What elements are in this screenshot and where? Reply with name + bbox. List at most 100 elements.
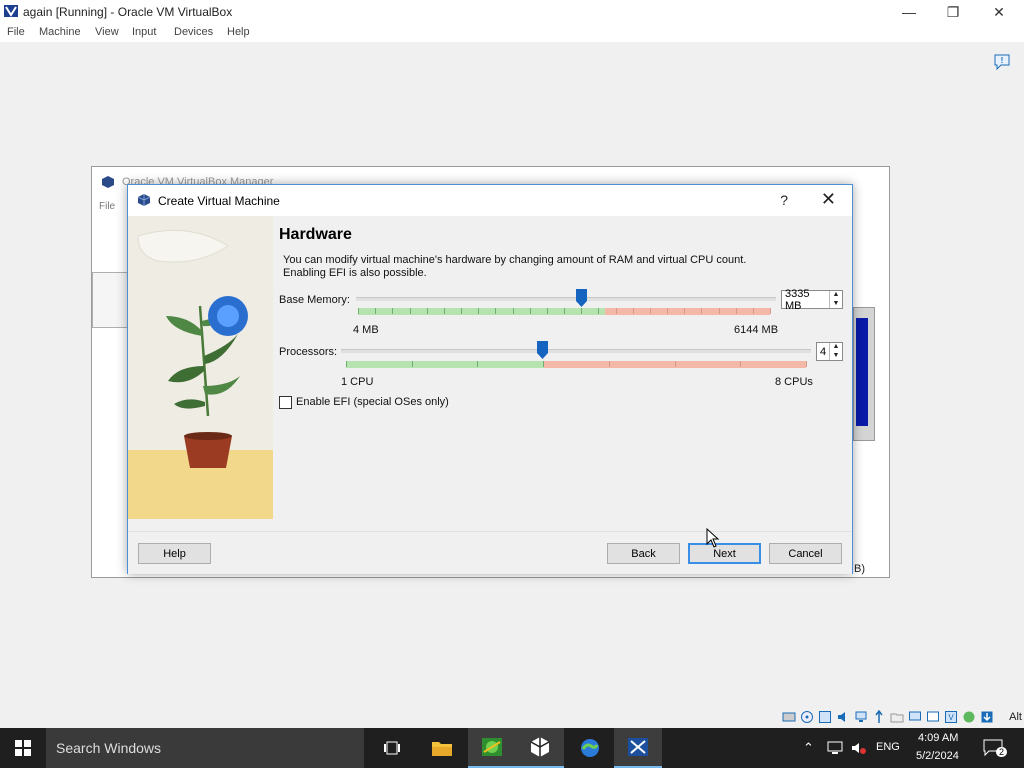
base-memory-value[interactable]: 3335 MB [782,288,829,312]
manager-detail-text: B) [854,563,865,575]
svg-text:!: ! [1001,56,1004,65]
scale-tick [598,308,599,314]
scale-tick [495,308,496,314]
base-memory-down-icon[interactable]: ▼ [830,300,842,309]
processors-up-icon[interactable]: ▲ [830,343,842,352]
start-button[interactable] [0,728,46,768]
globe-app-button[interactable] [566,728,614,768]
back-button[interactable]: Back [607,543,680,564]
manager-menu-file[interactable]: File [99,201,115,212]
virtualbox-cube-icon [530,737,550,757]
base-memory-slider-track[interactable] [356,297,776,301]
minimize-button[interactable]: — [886,0,932,24]
base-memory-min-label: 4 MB [353,324,379,336]
processors-min-label: 1 CPU [341,376,374,388]
virtualization-icon[interactable]: V [944,710,958,724]
optical-drive-icon[interactable] [800,710,814,724]
enable-efi-label[interactable]: Enable EFI (special OSes only) [296,396,449,408]
clock-date[interactable]: 5/2/2024 [916,750,959,762]
search-box[interactable]: Search Windows [46,728,364,768]
file-explorer-button[interactable] [418,728,466,768]
recommended-range-bar [346,361,544,368]
scale-tick [461,308,462,314]
scale-tick [513,308,514,314]
base-memory-spinbox[interactable]: 3335 MB ▲ ▼ [781,288,843,312]
processors-down-icon[interactable]: ▼ [830,352,842,361]
scale-tick [427,308,428,314]
host-key-label: Alt [1009,711,1022,723]
vm-list-item[interactable] [92,272,128,328]
enable-efi-checkbox[interactable] [279,396,292,409]
show-hidden-icons-icon[interactable]: ⌃ [803,740,814,756]
dialog-close-button[interactable]: ✕ [821,189,836,210]
menu-file[interactable]: File [7,26,25,38]
description-line-1: You can modify virtual machine's hardwar… [283,254,747,266]
plant-illustration [128,216,273,519]
video-capture-icon[interactable] [926,710,940,724]
menu-help[interactable]: Help [227,26,250,38]
scale-tick [478,308,479,314]
menu-devices[interactable]: Devices [174,26,213,38]
dialog-title: Create Virtual Machine [158,194,280,208]
vm-preview [853,307,875,441]
guest-additions-icon[interactable] [962,710,976,724]
processors-value[interactable]: 4 [817,346,829,358]
context-help-button[interactable]: ? [780,192,788,208]
base-memory-label: Base Memory: [279,294,350,306]
clock-time[interactable]: 4:09 AM [918,732,958,744]
scale-tick [740,361,741,367]
processors-slider-thumb[interactable] [537,341,548,359]
green-app-button[interactable] [468,728,516,768]
scale-tick [770,308,771,314]
search-placeholder[interactable]: Search Windows [56,740,161,756]
message-notification-icon[interactable]: ! [994,54,1010,70]
menu-view[interactable]: View [95,26,119,38]
description-line-2: Enabling EFI is also possible. [283,267,427,279]
host-key-icon[interactable] [980,710,994,724]
excess-range-bar [605,308,770,315]
scale-tick [477,361,478,367]
scale-tick [719,308,720,314]
network-icon[interactable] [854,710,868,724]
host-window-title: again [Running] - Oracle VM VirtualBox [23,5,233,19]
next-button[interactable]: Next [688,543,761,564]
scale-tick [358,308,359,314]
usb-icon[interactable] [872,710,886,724]
scale-tick [675,361,676,367]
virtualbox-taskbar-button[interactable] [516,728,564,768]
base-memory-up-icon[interactable]: ▲ [830,291,842,300]
scale-tick [753,308,754,314]
processors-spinbox[interactable]: 4 ▲ ▼ [816,342,843,361]
network-tray-icon[interactable] [827,741,843,755]
scale-tick [806,361,807,367]
globe-icon [581,739,599,757]
hard-disk-icon[interactable] [782,710,796,724]
audio-icon[interactable] [836,710,850,724]
dialog-content: Hardware You can modify virtual machine'… [128,216,852,531]
scale-tick [667,308,668,314]
help-button[interactable]: Help [138,543,211,564]
volume-muted-icon[interactable] [851,741,867,755]
menu-machine[interactable]: Machine [39,26,81,38]
floppy-icon[interactable] [818,710,832,724]
scale-tick [736,308,737,314]
cancel-button[interactable]: Cancel [769,543,842,564]
shared-folders-icon[interactable] [890,710,904,724]
scale-tick [410,308,411,314]
vm-xp-taskbar-button[interactable] [614,728,662,768]
close-window-button[interactable]: ✕ [976,0,1022,24]
task-view-icon [384,741,400,755]
host-menubar: File Machine View Input Devices Help [0,24,1024,42]
base-memory-slider-thumb[interactable] [576,289,587,307]
display-icon[interactable] [908,710,922,724]
processors-slider-track[interactable] [341,349,811,353]
virtualbox-cube-icon [137,194,151,206]
dialog-titlebar: Create Virtual Machine ? ✕ [128,185,852,216]
scale-tick [650,308,651,314]
taskbar: Search Windows ⌃ ENG 4:09 AM 5/2/2024 2 [0,728,1024,768]
restore-button[interactable]: ❐ [930,0,976,24]
menu-input[interactable]: Input [132,26,156,38]
task-view-button[interactable] [368,728,416,768]
input-language[interactable]: ENG [876,741,900,753]
scale-tick [616,308,617,314]
